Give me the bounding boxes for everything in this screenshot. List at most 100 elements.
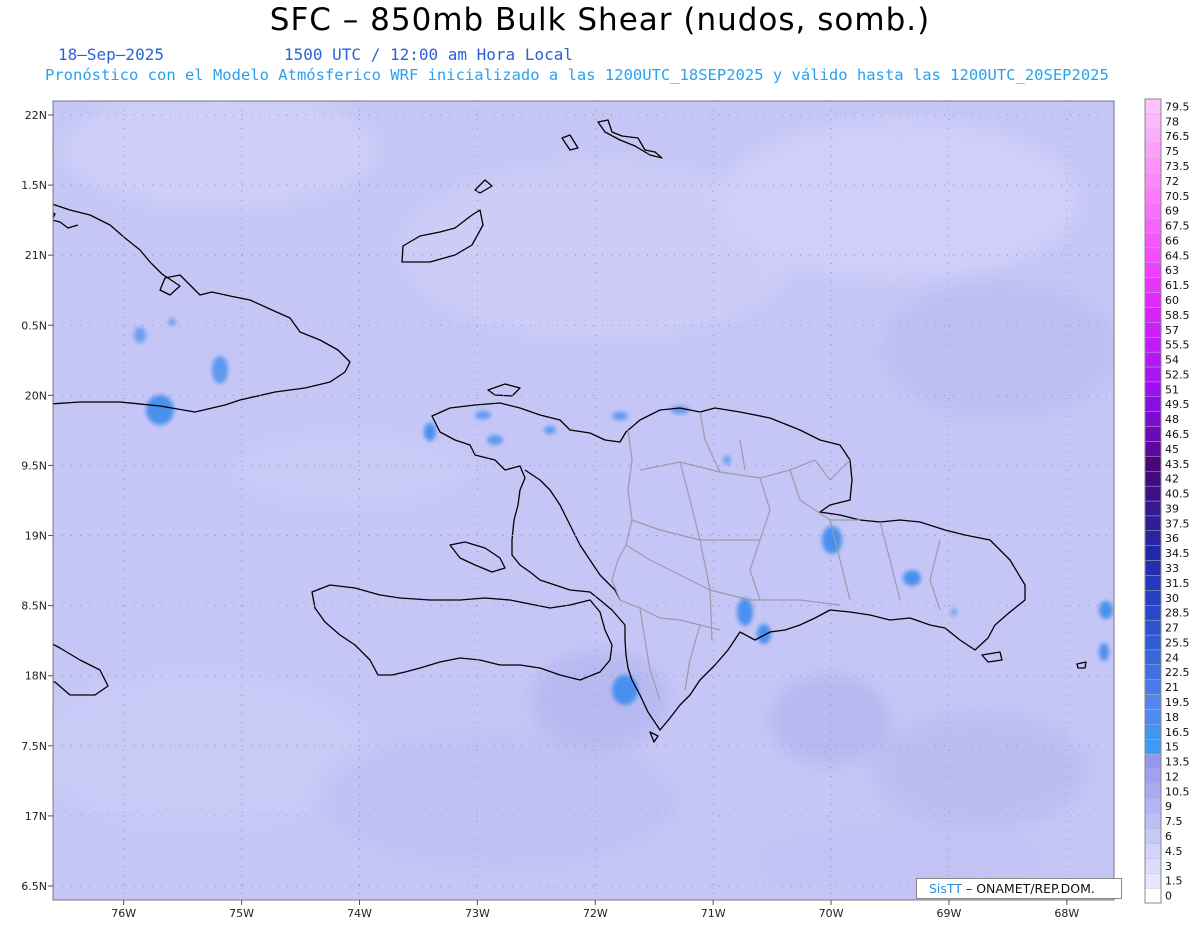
lat-tick-label: 22N — [25, 109, 47, 122]
colorbar-swatch — [1144, 247, 1162, 263]
colorbar-swatch — [1144, 203, 1162, 219]
agency-label: – ONAMET/REP.DOM. — [965, 881, 1095, 896]
longitude-axis: 76W 75W 74W 73W 72W 71W 70W 69W 68W — [111, 900, 1079, 920]
colorbar-label: 54 — [1165, 354, 1179, 367]
colorbar-swatch — [1144, 887, 1162, 904]
colorbar-swatch — [1144, 843, 1162, 859]
colorbar-swatch — [1144, 396, 1162, 412]
colorbar-swatch — [1144, 724, 1162, 740]
colorbar-label: 58.5 — [1165, 309, 1190, 322]
colorbar-swatch — [1144, 873, 1162, 889]
lat-tick-label: 7.5N — [21, 740, 47, 753]
colorbar-swatch — [1144, 232, 1162, 249]
colorbar-swatch — [1144, 337, 1162, 353]
colorbar-label: 64.5 — [1165, 249, 1190, 262]
colorbar-label: 45 — [1165, 443, 1179, 456]
colorbar-swatch — [1144, 366, 1162, 383]
colorbar-label: 72 — [1165, 175, 1179, 188]
colorbar-label: 78 — [1165, 115, 1179, 128]
colorbar-swatch — [1144, 456, 1162, 472]
colorbar-swatch — [1144, 485, 1162, 502]
colorbar-swatch — [1144, 649, 1162, 665]
lat-tick-label: 6.5N — [21, 880, 47, 893]
colorbar-label: 7.5 — [1165, 815, 1183, 828]
colorbar-label: 18 — [1165, 711, 1179, 724]
colorbar-label: 25.5 — [1165, 636, 1190, 649]
colorbar-label: 52.5 — [1165, 368, 1190, 381]
colorbar-label: 55.5 — [1165, 339, 1190, 352]
colorbar-label: 4.5 — [1165, 845, 1183, 858]
shear-map: 76W 75W 74W 73W 72W 71W 70W 69W 68W 22N 1.5N 21N 0.… — [21, 98, 1190, 920]
lon-tick-label: 71W — [701, 907, 726, 920]
colorbar-label: 3 — [1165, 860, 1172, 873]
latitude-axis: 22N 1.5N 21N 0.5N 20N 9.5N 19N 8.5N 18N 7.5N 17N 6.… — [21, 109, 53, 893]
colorbar-label: 61.5 — [1165, 279, 1190, 292]
colorbar-label: 43.5 — [1165, 458, 1190, 471]
colorbar-swatch — [1144, 664, 1162, 680]
colorbar-swatch — [1144, 679, 1162, 695]
colorbar-label: 34.5 — [1165, 547, 1190, 560]
colorbar-swatch — [1144, 173, 1162, 189]
colorbar-label: 70.5 — [1165, 190, 1190, 203]
lon-tick-label: 75W — [229, 907, 254, 920]
lat-tick-label: 19N — [25, 530, 47, 543]
colorbar-label: 0 — [1165, 890, 1172, 903]
lat-tick-label: 9.5N — [21, 459, 47, 472]
colorbar-label: 69 — [1165, 205, 1179, 218]
colorbar-label: 39 — [1165, 502, 1179, 515]
colorbar-swatch — [1144, 471, 1162, 487]
colorbar-label: 19.5 — [1165, 696, 1190, 709]
colorbar-swatch — [1144, 634, 1162, 651]
colorbar-swatch — [1144, 545, 1162, 561]
colorbar-swatch — [1144, 113, 1162, 129]
colorbar: 01.534.567.5910.51213.51516.51819.52122.… — [1144, 98, 1190, 904]
colorbar-swatch — [1144, 739, 1162, 755]
lat-tick-label: 21N — [25, 249, 47, 262]
colorbar-swatch — [1144, 753, 1162, 770]
colorbar-label: 66 — [1165, 234, 1179, 247]
colorbar-label: 6 — [1165, 830, 1172, 843]
lon-tick-label: 72W — [583, 907, 608, 920]
colorbar-swatch — [1144, 292, 1162, 308]
lat-tick-label: 8.5N — [21, 600, 47, 613]
colorbar-label: 31.5 — [1165, 577, 1190, 590]
colorbar-swatch — [1144, 590, 1162, 606]
colorbar-label: 27 — [1165, 622, 1179, 635]
colorbar-label: 40.5 — [1165, 488, 1190, 501]
colorbar-swatch — [1144, 143, 1162, 159]
colorbar-swatch — [1144, 828, 1162, 844]
colorbar-swatch — [1144, 783, 1162, 799]
credit-box: SisTT – ONAMET/REP.DOM. — [916, 878, 1122, 899]
colorbar-swatch — [1144, 426, 1162, 442]
colorbar-swatch — [1144, 217, 1162, 234]
colorbar-label: 57 — [1165, 324, 1179, 337]
colorbar-swatch — [1144, 262, 1162, 278]
colorbar-label: 36 — [1165, 532, 1179, 545]
colorbar-swatch — [1144, 188, 1162, 204]
colorbar-label: 15 — [1165, 741, 1179, 754]
lon-tick-label: 76W — [111, 907, 136, 920]
colorbar-swatch — [1144, 515, 1162, 531]
colorbar-label: 46.5 — [1165, 428, 1190, 441]
colorbar-label: 13.5 — [1165, 756, 1190, 769]
colorbar-label: 24 — [1165, 651, 1179, 664]
colorbar-label: 21 — [1165, 681, 1179, 694]
colorbar-swatch — [1144, 813, 1162, 829]
colorbar-swatch — [1144, 411, 1162, 427]
lon-tick-label: 74W — [347, 907, 372, 920]
colorbar-swatch — [1144, 768, 1162, 785]
colorbar-swatch — [1144, 441, 1162, 457]
lon-tick-label: 73W — [465, 907, 490, 920]
colorbar-swatch — [1144, 158, 1162, 174]
colorbar-swatch — [1144, 128, 1162, 144]
colorbar-swatch — [1144, 381, 1162, 397]
colorbar-swatch — [1144, 619, 1162, 636]
colorbar-label: 9 — [1165, 800, 1172, 813]
colorbar-label: 67.5 — [1165, 220, 1190, 233]
colorbar-label: 60 — [1165, 294, 1179, 307]
lon-tick-label: 70W — [819, 907, 844, 920]
colorbar-swatch — [1144, 277, 1162, 293]
colorbar-swatch — [1144, 575, 1162, 591]
colorbar-label: 1.5 — [1165, 875, 1183, 888]
colorbar-label: 22.5 — [1165, 666, 1190, 679]
